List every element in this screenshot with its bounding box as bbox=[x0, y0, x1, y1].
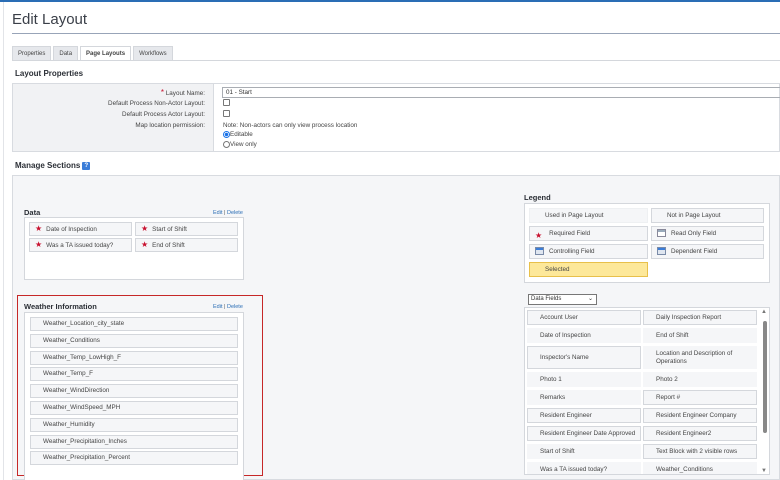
legend-used: Used in Page Layout bbox=[529, 208, 648, 223]
field-type-select[interactable]: Data Fields ⌄ bbox=[528, 294, 597, 305]
section-field[interactable]: Weather_Conditions bbox=[30, 333, 238, 348]
select-value: Data Fields bbox=[531, 296, 562, 302]
data-field-item[interactable]: Daily Inspection Report bbox=[643, 310, 757, 325]
data-field-item[interactable]: Start of Shift bbox=[527, 444, 641, 459]
scroll-down-icon[interactable]: ▼ bbox=[761, 468, 767, 474]
title-divider bbox=[12, 33, 780, 34]
data-field-item[interactable]: Account User bbox=[527, 310, 641, 325]
data-field-item[interactable]: Resident Engineer Date Approved bbox=[527, 426, 641, 441]
tab-data[interactable]: Data bbox=[53, 46, 79, 60]
radio-editable[interactable]: Editable bbox=[223, 131, 253, 138]
required-star-icon: ★ bbox=[35, 224, 43, 233]
layout-properties-panel: * Layout Name: 01 - Start Default Proces… bbox=[12, 83, 780, 152]
data-field-item[interactable]: Text Block with 2 visible rows bbox=[643, 444, 757, 459]
scroll-thumb[interactable] bbox=[763, 321, 767, 433]
section-field[interactable]: ★ Was a TA issued today? bbox=[29, 238, 132, 252]
edit-link[interactable]: Edit bbox=[213, 210, 222, 216]
section-title-data: Data bbox=[24, 208, 41, 217]
legend-not-used: Not in Page Layout bbox=[651, 208, 764, 223]
required-star-icon: ★ bbox=[141, 240, 149, 249]
data-field-item[interactable]: Photo 2 bbox=[643, 372, 757, 387]
data-field-item[interactable]: Report # bbox=[643, 390, 757, 405]
section-actions-weather: Edit | Delete bbox=[213, 304, 243, 310]
legend-controlling: Controlling Field bbox=[529, 244, 648, 259]
non-actor-checkbox[interactable] bbox=[223, 99, 230, 106]
radio-view-only-icon[interactable] bbox=[223, 141, 230, 148]
actor-checkbox[interactable] bbox=[223, 110, 230, 117]
section-field[interactable]: Weather_Precipitation_Percent bbox=[30, 451, 238, 466]
section-field[interactable]: Weather_Temp_F bbox=[30, 367, 238, 382]
section-field[interactable]: ★ Date of Inspection bbox=[29, 222, 132, 236]
section-field[interactable]: Weather_Temp_LowHigh_F bbox=[30, 350, 238, 365]
scroll-up-icon[interactable]: ▲ bbox=[761, 309, 767, 315]
legend-heading: Legend bbox=[524, 193, 551, 202]
manage-sections-text: Manage Sections bbox=[15, 161, 81, 170]
required-star-icon: * bbox=[160, 88, 165, 97]
section-field[interactable]: Weather_WindSpeed_MPH bbox=[30, 401, 238, 415]
data-field-item[interactable]: End of Shift bbox=[643, 328, 757, 343]
data-field-item[interactable]: Remarks bbox=[527, 390, 641, 405]
data-field-item[interactable]: Inspector's Name bbox=[527, 346, 641, 369]
data-fields-list: Account User Daily Inspection Report Date … bbox=[524, 307, 770, 475]
required-star-icon: ★ bbox=[535, 231, 543, 241]
required-star-icon: ★ bbox=[141, 224, 149, 233]
section-title-weather: Weather Information bbox=[24, 302, 97, 311]
legend-selected: Selected bbox=[529, 262, 648, 277]
data-field-item[interactable]: Date of Inspection bbox=[527, 328, 641, 343]
section-field[interactable]: Weather_WindDirection bbox=[30, 384, 238, 399]
page-title: Edit Layout bbox=[12, 11, 88, 28]
delete-link[interactable]: Delete bbox=[227, 304, 243, 310]
non-actor-label: Default Process Non-Actor Layout: bbox=[108, 100, 205, 107]
actor-label: Default Process Actor Layout: bbox=[122, 111, 205, 118]
help-icon[interactable]: ? bbox=[82, 161, 91, 170]
layout-name-input[interactable]: 01 - Start bbox=[222, 87, 780, 98]
tab-workflows[interactable]: Workflows bbox=[133, 46, 173, 60]
data-field-item[interactable]: Photo 1 bbox=[527, 372, 641, 387]
scrollbar[interactable]: ▲ ▼ bbox=[760, 309, 770, 474]
data-field-item[interactable]: Resident Engineer bbox=[527, 408, 641, 423]
layout-properties-heading: Layout Properties bbox=[15, 69, 84, 78]
data-field-item[interactable]: Was a TA issued today? bbox=[527, 462, 641, 474]
map-permission-label: Map location permission: bbox=[135, 122, 205, 129]
section-field[interactable]: Weather_Humidity bbox=[30, 417, 238, 432]
legend-read-only: Read Only Field bbox=[651, 226, 764, 241]
top-accent-bar bbox=[0, 0, 780, 2]
edit-link[interactable]: Edit bbox=[213, 304, 222, 310]
tab-bar: Properties Data Page Layouts Workflows bbox=[12, 46, 173, 61]
dependent-field-icon bbox=[657, 247, 666, 256]
radio-view-only[interactable]: View only bbox=[223, 141, 257, 148]
tab-page-layouts[interactable]: Page Layouts bbox=[80, 46, 132, 61]
data-field-item[interactable]: Weather_Conditions bbox=[643, 462, 757, 474]
controlling-field-icon bbox=[535, 247, 544, 256]
layout-name-text: Layout Name: bbox=[165, 90, 205, 97]
map-note: Note: Non-actors can only view process l… bbox=[223, 122, 358, 129]
tab-properties[interactable]: Properties bbox=[12, 46, 52, 60]
section-field[interactable]: ★ Start of Shift bbox=[135, 222, 238, 236]
radio-editable-icon[interactable] bbox=[223, 131, 230, 138]
legend-required: ★ Required Field bbox=[529, 226, 648, 241]
left-divider bbox=[3, 2, 4, 480]
required-star-icon: ★ bbox=[35, 240, 43, 249]
section-field[interactable]: Weather_Precipitation_Inches bbox=[30, 434, 238, 449]
lock-icon bbox=[657, 229, 666, 238]
tab-divider bbox=[12, 60, 780, 61]
radio-editable-label: Editable bbox=[230, 131, 253, 139]
data-field-item[interactable]: Resident Engineer Company bbox=[643, 408, 757, 423]
delete-link[interactable]: Delete bbox=[227, 210, 243, 216]
data-field-item[interactable]: Location and Description of Operations bbox=[643, 346, 757, 369]
data-field-item[interactable]: Resident Engineer2 bbox=[643, 426, 757, 441]
radio-view-only-label: View only bbox=[230, 141, 257, 149]
legend-dependent: Dependent Field bbox=[651, 244, 764, 259]
layout-name-label: * Layout Name: bbox=[161, 88, 205, 97]
section-actions-data: Edit | Delete bbox=[213, 210, 243, 216]
section-field[interactable]: Weather_Location_city_state bbox=[30, 317, 238, 331]
chevron-down-icon: ⌄ bbox=[587, 296, 593, 302]
manage-sections-heading: Manage Sections? bbox=[15, 161, 91, 170]
section-field[interactable]: ★ End of Shift bbox=[135, 238, 238, 252]
